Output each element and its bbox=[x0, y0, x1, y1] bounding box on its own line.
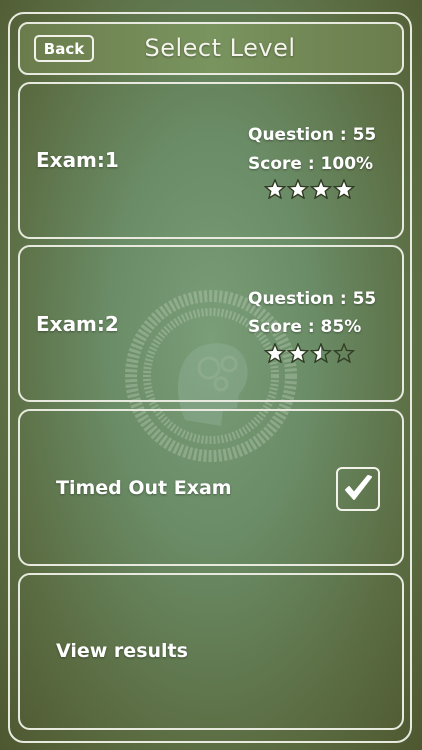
star-full-icon bbox=[264, 179, 286, 199]
view-results-card[interactable]: View results bbox=[18, 573, 404, 730]
exam-card-1[interactable]: Exam:1 Question : 55 Score : 100% bbox=[18, 82, 404, 239]
checkmark-icon bbox=[345, 475, 372, 500]
score-text: Score : 85% bbox=[248, 317, 362, 337]
page-title: Select Level bbox=[144, 34, 296, 62]
star-rating bbox=[264, 343, 355, 363]
exam-title: Exam:1 bbox=[36, 148, 119, 172]
header-bar: Back Select Level bbox=[18, 22, 404, 75]
timed-out-card[interactable]: Timed Out Exam bbox=[18, 409, 404, 566]
star-full-icon bbox=[310, 179, 332, 199]
star-rating bbox=[264, 179, 355, 199]
score-text: Score : 100% bbox=[248, 154, 374, 174]
question-count: Question : 55 bbox=[248, 289, 377, 309]
star-full-icon bbox=[287, 179, 309, 199]
star-full-icon bbox=[333, 179, 355, 199]
view-results-label: View results bbox=[56, 640, 188, 662]
question-count: Question : 55 bbox=[248, 125, 377, 145]
star-full-icon bbox=[287, 343, 309, 363]
star-full-icon bbox=[264, 343, 286, 363]
exam-title: Exam:2 bbox=[36, 312, 119, 336]
timed-out-checkbox[interactable] bbox=[336, 467, 380, 511]
timed-out-label: Timed Out Exam bbox=[56, 477, 232, 499]
star-empty-icon bbox=[333, 343, 355, 363]
exam-card-2[interactable]: Exam:2 Question : 55 Score : 85% bbox=[18, 245, 404, 402]
star-half-icon bbox=[310, 343, 332, 363]
